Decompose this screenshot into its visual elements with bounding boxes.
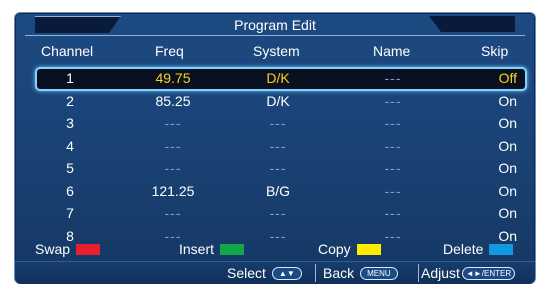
- delete-legend[interactable]: Delete: [443, 241, 514, 257]
- cell-freq: ---: [164, 115, 182, 131]
- cell-channel: 5: [66, 160, 74, 176]
- table-row[interactable]: 5 --- --- --- On: [15, 157, 535, 180]
- table-row[interactable]: 2 85.25 D/K --- On: [15, 90, 535, 113]
- cell-system: D/K: [266, 92, 290, 109]
- adjust-label: Adjust: [421, 265, 460, 281]
- left-right-enter-key-icon: ◄►/ENTER: [461, 267, 516, 280]
- cell-freq: 121.25: [151, 182, 195, 199]
- cell-freq: 49.75: [155, 70, 191, 86]
- cell-channel: 6: [66, 182, 74, 199]
- separator: [315, 264, 316, 282]
- cell-skip: On: [498, 137, 517, 154]
- blue-key-swatch: [489, 244, 514, 255]
- table-row[interactable]: 1 49.75 D/K --- Off: [15, 67, 535, 91]
- header-system: System: [253, 43, 300, 59]
- menu-key-icon: MENU: [360, 267, 398, 280]
- cell-skip: On: [498, 205, 517, 221]
- table-row[interactable]: 3 --- --- --- On: [15, 112, 535, 135]
- header-name: Name: [373, 43, 411, 59]
- cell-channel: 4: [66, 137, 74, 154]
- copy-label: Copy: [318, 241, 351, 257]
- page-title: Program Edit: [234, 17, 316, 33]
- help-bar: Select ▲▼ Back MENU Adjust ◄►/ENTER: [15, 261, 535, 284]
- cell-channel: 3: [66, 115, 74, 131]
- delete-label: Delete: [443, 241, 484, 257]
- copy-legend[interactable]: Copy: [318, 241, 381, 257]
- table-row[interactable]: 7 --- --- --- On: [15, 202, 535, 225]
- table-row[interactable]: 6 121.25 B/G --- On: [15, 180, 535, 203]
- cell-freq: 85.25: [155, 92, 191, 109]
- cell-system: B/G: [265, 182, 291, 199]
- column-headers: Channel Freq System Name Skip: [15, 43, 535, 63]
- title-bar: Program Edit: [25, 13, 525, 36]
- cell-name: ---: [384, 182, 402, 199]
- swap-legend[interactable]: Swap: [35, 241, 101, 257]
- color-key-legend: Swap Insert Copy Delete: [15, 241, 535, 261]
- separator: [418, 264, 419, 282]
- swap-label: Swap: [35, 241, 71, 257]
- cell-freq: ---: [164, 137, 182, 154]
- cell-name: ---: [384, 70, 402, 86]
- cell-name: ---: [384, 205, 402, 221]
- cell-system: ---: [269, 160, 287, 176]
- select-label: Select: [227, 265, 266, 281]
- program-edit-panel: Program Edit Channel Freq System Name Sk…: [14, 12, 536, 284]
- select-hint[interactable]: Select ▲▼: [227, 265, 302, 281]
- cell-skip: On: [498, 92, 517, 109]
- cell-channel: 7: [66, 205, 74, 221]
- cell-skip: On: [498, 115, 517, 131]
- cell-system: ---: [269, 205, 287, 221]
- cell-system: ---: [269, 115, 287, 131]
- cell-system: D/K: [266, 70, 290, 86]
- cell-name: ---: [384, 137, 402, 154]
- red-key-swatch: [76, 244, 101, 255]
- cell-name: ---: [384, 160, 402, 176]
- channel-list: 1 49.75 D/K --- Off 2 85.25 D/K --- On 3…: [15, 67, 535, 247]
- back-hint[interactable]: Back MENU: [323, 265, 398, 281]
- back-label: Back: [323, 265, 355, 281]
- cell-name: ---: [384, 92, 402, 109]
- cell-freq: ---: [164, 160, 182, 176]
- cell-skip: Off: [498, 70, 517, 86]
- up-down-key-icon: ▲▼: [271, 267, 302, 280]
- insert-label: Insert: [179, 241, 215, 257]
- header-freq: Freq: [155, 43, 184, 59]
- green-key-swatch: [220, 244, 245, 255]
- adjust-hint[interactable]: Adjust ◄►/ENTER: [421, 265, 516, 281]
- table-row[interactable]: 4 --- --- --- On: [15, 135, 535, 158]
- header-channel: Channel: [41, 43, 94, 59]
- cell-channel: 2: [66, 92, 74, 109]
- cell-skip: On: [498, 182, 517, 199]
- cell-channel: 1: [66, 70, 74, 86]
- cell-name: ---: [384, 115, 402, 131]
- insert-legend[interactable]: Insert: [179, 241, 245, 257]
- cell-freq: ---: [164, 205, 182, 221]
- cell-skip: On: [498, 160, 517, 176]
- header-skip: Skip: [481, 43, 509, 59]
- cell-system: ---: [269, 137, 287, 154]
- yellow-key-swatch: [356, 244, 381, 255]
